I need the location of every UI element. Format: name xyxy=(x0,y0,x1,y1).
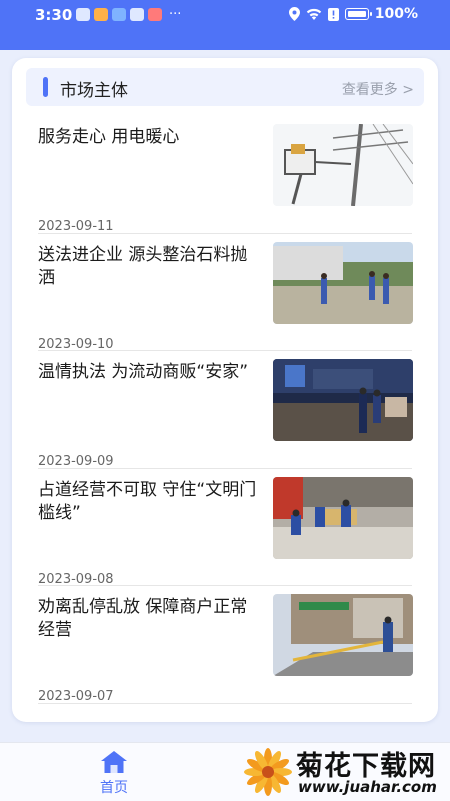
news-thumbnail xyxy=(273,476,413,559)
news-title: 温情执法 为流动商贩“安家” xyxy=(38,362,249,382)
news-thumbnail xyxy=(273,359,413,441)
section-accent-bar xyxy=(43,77,48,97)
news-title: 劝离乱停乱放 保障商户正常经营 xyxy=(38,597,248,640)
news-thumbnail xyxy=(273,241,413,324)
news-title: 服务走心 用电暖心 xyxy=(38,127,180,147)
news-thumbnail xyxy=(273,594,413,676)
system-indicators: 100% xyxy=(288,6,418,22)
notification-icons: ··· xyxy=(76,8,181,21)
watermark-url: www.juahar.com xyxy=(298,778,437,796)
alert-icon xyxy=(327,7,339,21)
cloud-app-icon xyxy=(130,8,144,21)
wifi-icon xyxy=(306,8,321,20)
browser-app-icon xyxy=(112,8,126,21)
home-icon xyxy=(101,751,127,773)
more-notifications-icon: ··· xyxy=(169,7,182,22)
battery-percent: 100% xyxy=(374,6,418,22)
market-entity-card: 市场主体 查看更多 > 服务走心 用电暖心 2023-09-11 送法进企业 源… xyxy=(12,58,438,722)
news-thumbnail xyxy=(273,124,413,206)
weibo-app-icon xyxy=(148,8,162,21)
news-item[interactable]: 占道经营不可取 守住“文明门槛线” 2023-09-08 xyxy=(12,469,438,587)
divider xyxy=(38,702,412,704)
nav-home[interactable]: 首页 xyxy=(86,751,142,797)
location-icon xyxy=(288,7,300,21)
watermark: 菊花下载网 www.juahar.com xyxy=(240,742,450,800)
news-list: 服务走心 用电暖心 2023-09-11 送法进企业 源头整治石料抛洒 2023… xyxy=(12,116,438,704)
battery-icon xyxy=(344,8,372,20)
chrysanthemum-logo-icon xyxy=(244,748,292,796)
section-header: 市场主体 查看更多 > xyxy=(26,68,424,106)
news-title: 占道经营不可取 守住“文明门槛线” xyxy=(38,479,257,523)
app-notification-icon xyxy=(76,8,90,21)
news-item[interactable]: 劝离乱停乱放 保障商户正常经营 2023-09-07 xyxy=(12,586,438,704)
header-band xyxy=(0,30,450,50)
nav-home-label: 首页 xyxy=(100,780,128,796)
section-title: 市场主体 xyxy=(60,81,128,101)
status-time: 3:30 xyxy=(35,6,73,24)
news-item[interactable]: 服务走心 用电暖心 2023-09-11 xyxy=(12,116,438,234)
status-bar: 3:30 ··· 100% xyxy=(0,0,450,30)
news-item[interactable]: 温情执法 为流动商贩“安家” 2023-09-09 xyxy=(12,351,438,469)
view-more-link[interactable]: 查看更多 > xyxy=(342,79,414,99)
news-title: 送法进企业 源头整治石料抛洒 xyxy=(38,244,248,288)
video-app-icon xyxy=(94,8,108,21)
news-item[interactable]: 送法进企业 源头整治石料抛洒 2023-09-10 xyxy=(12,234,438,352)
